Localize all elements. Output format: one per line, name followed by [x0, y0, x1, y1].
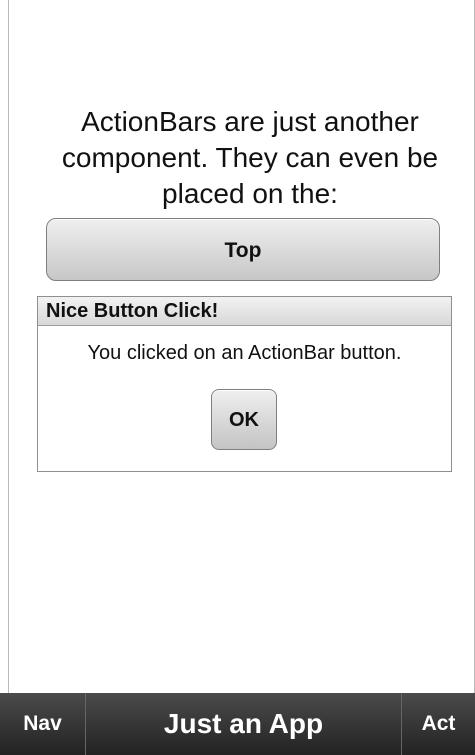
act-button[interactable]: Act	[401, 693, 475, 755]
dialog-title: Nice Button Click!	[38, 297, 451, 326]
bottom-action-bar: Nav Just an App Act	[0, 693, 475, 755]
app-title: Just an App	[163, 708, 324, 739]
intro-text: ActionBars are just another component. T…	[61, 106, 439, 209]
top-button[interactable]: Top	[46, 218, 440, 281]
left-screen-border	[8, 0, 9, 693]
alert-dialog: Nice Button Click! You clicked on an Act…	[37, 296, 452, 472]
app-screen: ActionBars are just another component. T…	[0, 0, 475, 755]
nav-button[interactable]: Nav	[0, 693, 86, 755]
ok-button[interactable]: OK	[211, 389, 277, 450]
dialog-message: You clicked on an ActionBar button.	[87, 342, 402, 364]
